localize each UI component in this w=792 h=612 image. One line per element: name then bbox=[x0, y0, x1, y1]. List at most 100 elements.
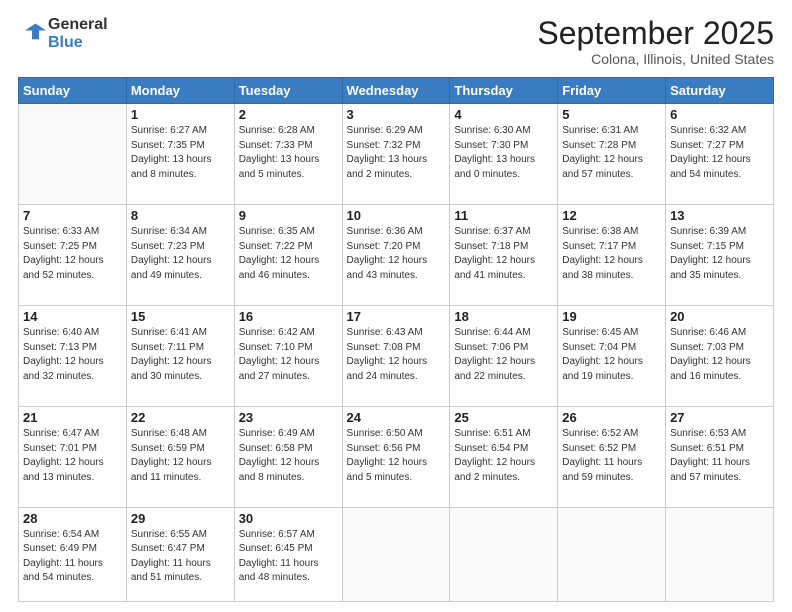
day-number: 6 bbox=[670, 107, 769, 122]
day-number: 29 bbox=[131, 511, 230, 526]
day-number: 28 bbox=[23, 511, 122, 526]
header: General Blue September 2025 Colona, Illi… bbox=[18, 16, 774, 67]
day-info: Sunrise: 6:40 AM Sunset: 7:13 PM Dayligh… bbox=[23, 326, 122, 384]
day-number: 24 bbox=[347, 410, 446, 425]
weekday-header-monday: Monday bbox=[126, 78, 234, 104]
day-number: 30 bbox=[239, 511, 338, 526]
calendar-cell: 22 Sunrise: 6:48 AM Sunset: 6:59 PM Dayli… bbox=[126, 407, 234, 508]
calendar-cell bbox=[558, 507, 666, 601]
day-info: Sunrise: 6:31 AM Sunset: 7:28 PM Dayligh… bbox=[562, 124, 661, 182]
day-info: Sunrise: 6:27 AM Sunset: 7:35 PM Dayligh… bbox=[131, 124, 230, 182]
day-info: Sunrise: 6:35 AM Sunset: 7:22 PM Dayligh… bbox=[239, 225, 338, 283]
calendar-cell: 14 Sunrise: 6:40 AM Sunset: 7:13 PM Dayli… bbox=[19, 306, 127, 407]
calendar-cell: 26 Sunrise: 6:52 AM Sunset: 6:52 PM Dayli… bbox=[558, 407, 666, 508]
day-number: 10 bbox=[347, 208, 446, 223]
day-info: Sunrise: 6:45 AM Sunset: 7:04 PM Dayligh… bbox=[562, 326, 661, 384]
calendar-cell: 28 Sunrise: 6:54 AM Sunset: 6:49 PM Dayli… bbox=[19, 507, 127, 601]
page: General Blue September 2025 Colona, Illi… bbox=[0, 0, 792, 612]
day-info: Sunrise: 6:41 AM Sunset: 7:11 PM Dayligh… bbox=[131, 326, 230, 384]
day-number: 27 bbox=[670, 410, 769, 425]
logo: General Blue bbox=[18, 16, 108, 51]
calendar-cell: 23Sunrise: 6:49 AM Sunset: 6:58 PM Dayli… bbox=[234, 407, 342, 508]
week-row-4: 21 Sunrise: 6:47 AM Sunset: 7:01 PM Dayli… bbox=[19, 407, 774, 508]
day-info: Sunrise: 6:47 AM Sunset: 7:01 PM Dayligh… bbox=[23, 427, 122, 485]
day-number: 4 bbox=[454, 107, 553, 122]
calendar-cell bbox=[666, 507, 774, 601]
day-number: 7 bbox=[23, 208, 122, 223]
location: Colona, Illinois, United States bbox=[537, 51, 774, 67]
title-block: September 2025 Colona, Illinois, United … bbox=[537, 16, 774, 67]
day-info: Sunrise: 6:33 AM Sunset: 7:25 PM Dayligh… bbox=[23, 225, 122, 283]
day-info: Sunrise: 6:39 AM Sunset: 7:15 PM Dayligh… bbox=[670, 225, 769, 283]
logo-text: General Blue bbox=[48, 16, 108, 51]
calendar-cell: 6 Sunrise: 6:32 AM Sunset: 7:27 PM Daylig… bbox=[666, 104, 774, 205]
day-number: 22 bbox=[131, 410, 230, 425]
day-number: 11 bbox=[454, 208, 553, 223]
day-info: Sunrise: 6:51 AM Sunset: 6:54 PM Dayligh… bbox=[454, 427, 553, 485]
day-info: Sunrise: 6:32 AM Sunset: 7:27 PM Dayligh… bbox=[670, 124, 769, 182]
calendar-cell bbox=[19, 104, 127, 205]
day-number: 5 bbox=[562, 107, 661, 122]
weekday-header-saturday: Saturday bbox=[666, 78, 774, 104]
day-number: 18 bbox=[454, 309, 553, 324]
day-info: Sunrise: 6:48 AM Sunset: 6:59 PM Dayligh… bbox=[131, 427, 230, 485]
day-info: Sunrise: 6:49 AM Sunset: 6:58 PM Dayligh… bbox=[239, 427, 338, 485]
day-number: 14 bbox=[23, 309, 122, 324]
calendar-cell: 15 Sunrise: 6:41 AM Sunset: 7:11 PM Dayli… bbox=[126, 306, 234, 407]
calendar-cell: 8Sunrise: 6:34 AM Sunset: 7:23 PM Daylig… bbox=[126, 205, 234, 306]
logo-blue: Blue bbox=[48, 34, 108, 52]
calendar-cell: 12 Sunrise: 6:38 AM Sunset: 7:17 PM Dayli… bbox=[558, 205, 666, 306]
day-number: 12 bbox=[562, 208, 661, 223]
day-number: 15 bbox=[131, 309, 230, 324]
calendar-cell: 19 Sunrise: 6:45 AM Sunset: 7:04 PM Dayli… bbox=[558, 306, 666, 407]
calendar-cell: 10 Sunrise: 6:36 AM Sunset: 7:20 PM Dayli… bbox=[342, 205, 450, 306]
weekday-header-row: SundayMondayTuesdayWednesdayThursdayFrid… bbox=[19, 78, 774, 104]
week-row-1: 1Sunrise: 6:27 AM Sunset: 7:35 PM Daylig… bbox=[19, 104, 774, 205]
day-info: Sunrise: 6:36 AM Sunset: 7:20 PM Dayligh… bbox=[347, 225, 446, 283]
calendar-cell: 7 Sunrise: 6:33 AM Sunset: 7:25 PM Daylig… bbox=[19, 205, 127, 306]
day-info: Sunrise: 6:53 AM Sunset: 6:51 PM Dayligh… bbox=[670, 427, 769, 485]
day-info: Sunrise: 6:42 AM Sunset: 7:10 PM Dayligh… bbox=[239, 326, 338, 384]
calendar-cell: 4 Sunrise: 6:30 AM Sunset: 7:30 PM Daylig… bbox=[450, 104, 558, 205]
day-info: Sunrise: 6:52 AM Sunset: 6:52 PM Dayligh… bbox=[562, 427, 661, 485]
weekday-header-wednesday: Wednesday bbox=[342, 78, 450, 104]
day-number: 21 bbox=[23, 410, 122, 425]
day-info: Sunrise: 6:57 AM Sunset: 6:45 PM Dayligh… bbox=[239, 528, 338, 586]
calendar-cell: 17 Sunrise: 6:43 AM Sunset: 7:08 PM Dayli… bbox=[342, 306, 450, 407]
calendar-cell bbox=[342, 507, 450, 601]
calendar-cell: 13 Sunrise: 6:39 AM Sunset: 7:15 PM Dayli… bbox=[666, 205, 774, 306]
day-info: Sunrise: 6:30 AM Sunset: 7:30 PM Dayligh… bbox=[454, 124, 553, 182]
calendar-cell: 2Sunrise: 6:28 AM Sunset: 7:33 PM Daylig… bbox=[234, 104, 342, 205]
calendar-cell: 11 Sunrise: 6:37 AM Sunset: 7:18 PM Dayli… bbox=[450, 205, 558, 306]
day-info: Sunrise: 6:44 AM Sunset: 7:06 PM Dayligh… bbox=[454, 326, 553, 384]
day-info: Sunrise: 6:55 AM Sunset: 6:47 PM Dayligh… bbox=[131, 528, 230, 586]
calendar-cell: 3 Sunrise: 6:29 AM Sunset: 7:32 PM Daylig… bbox=[342, 104, 450, 205]
weekday-header-friday: Friday bbox=[558, 78, 666, 104]
day-number: 19 bbox=[562, 309, 661, 324]
calendar-cell: 9Sunrise: 6:35 AM Sunset: 7:22 PM Daylig… bbox=[234, 205, 342, 306]
calendar-cell bbox=[450, 507, 558, 601]
calendar-cell: 29 Sunrise: 6:55 AM Sunset: 6:47 PM Dayli… bbox=[126, 507, 234, 601]
day-number: 25 bbox=[454, 410, 553, 425]
calendar-cell: 21 Sunrise: 6:47 AM Sunset: 7:01 PM Dayli… bbox=[19, 407, 127, 508]
day-number: 3 bbox=[347, 107, 446, 122]
calendar-cell: 24Sunrise: 6:50 AM Sunset: 6:56 PM Dayli… bbox=[342, 407, 450, 508]
day-number: 17 bbox=[347, 309, 446, 324]
day-info: Sunrise: 6:38 AM Sunset: 7:17 PM Dayligh… bbox=[562, 225, 661, 283]
day-info: Sunrise: 6:29 AM Sunset: 7:32 PM Dayligh… bbox=[347, 124, 446, 182]
day-number: 13 bbox=[670, 208, 769, 223]
day-number: 26 bbox=[562, 410, 661, 425]
calendar-cell: 5 Sunrise: 6:31 AM Sunset: 7:28 PM Daylig… bbox=[558, 104, 666, 205]
calendar-cell: 18 Sunrise: 6:44 AM Sunset: 7:06 PM Dayli… bbox=[450, 306, 558, 407]
day-info: Sunrise: 6:43 AM Sunset: 7:08 PM Dayligh… bbox=[347, 326, 446, 384]
calendar-cell: 30 Sunrise: 6:57 AM Sunset: 6:45 PM Dayli… bbox=[234, 507, 342, 601]
day-info: Sunrise: 6:34 AM Sunset: 7:23 PM Dayligh… bbox=[131, 225, 230, 283]
calendar: SundayMondayTuesdayWednesdayThursdayFrid… bbox=[18, 77, 774, 602]
day-number: 2 bbox=[239, 107, 338, 122]
day-info: Sunrise: 6:54 AM Sunset: 6:49 PM Dayligh… bbox=[23, 528, 122, 586]
day-info: Sunrise: 6:37 AM Sunset: 7:18 PM Dayligh… bbox=[454, 225, 553, 283]
day-number: 20 bbox=[670, 309, 769, 324]
calendar-cell: 16Sunrise: 6:42 AM Sunset: 7:10 PM Dayli… bbox=[234, 306, 342, 407]
weekday-header-sunday: Sunday bbox=[19, 78, 127, 104]
logo-general: General bbox=[48, 16, 108, 34]
